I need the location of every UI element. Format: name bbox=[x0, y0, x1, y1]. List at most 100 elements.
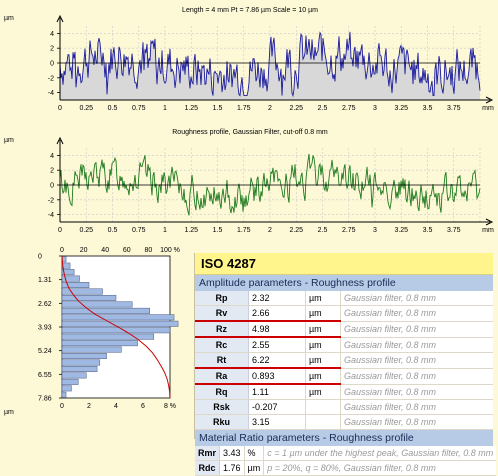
primary-x-tick-label: 0.75 bbox=[132, 105, 146, 112]
primary-x-tick-label: 1.5 bbox=[213, 105, 223, 112]
param-value: 2.32 bbox=[248, 291, 306, 306]
primary-x-tick-label: 3.5 bbox=[423, 105, 433, 112]
dist-top-tick-label: 80 bbox=[145, 247, 153, 254]
dist-bar bbox=[61, 294, 117, 301]
dist-top-tick-label: 100 % bbox=[160, 247, 180, 254]
param-name: Rt bbox=[195, 352, 249, 369]
dist-bar bbox=[61, 346, 122, 353]
roughness-y-tick-label: 4 bbox=[50, 153, 54, 160]
abbott-firestone-chart: 0 20 40 60 80 100 % 0 2 4 6 8 % µm 0 1.31 2.62 3.93 5.24… bbox=[4, 247, 180, 416]
roughness-x-tick-label: 2 bbox=[268, 227, 272, 234]
dist-bar bbox=[61, 340, 138, 347]
dist-bar bbox=[61, 320, 179, 327]
roughness-x-tick-label: 3 bbox=[373, 227, 377, 234]
amplitude-row-rc: Rc 2.55 µm Gaussian filter, 0.8 mm bbox=[195, 337, 493, 353]
dist-top-tick-label: 40 bbox=[101, 247, 109, 254]
param-name: Rp bbox=[195, 291, 249, 306]
param-unit: µm bbox=[305, 291, 341, 306]
param-value: -0.207 bbox=[248, 399, 306, 415]
dist-bar bbox=[61, 327, 171, 334]
param-note: Gaussian filter, 0.8 mm bbox=[340, 368, 493, 385]
primary-x-tick-label: 1.25 bbox=[184, 105, 198, 112]
param-name: Rz bbox=[195, 321, 249, 338]
roughness-x-tick-label: 3.75 bbox=[447, 227, 461, 234]
param-note: Gaussian filter, 0.8 mm bbox=[340, 384, 493, 400]
param-name: Rku bbox=[195, 414, 249, 430]
amplitude-row-rz: Rz 4.98 µm Gaussian filter, 0.8 mm bbox=[195, 321, 493, 338]
param-name: Ra bbox=[195, 368, 249, 385]
roughness-x-tick-label: 0 bbox=[58, 227, 62, 234]
roughness-x-tick-label: mm bbox=[482, 227, 494, 234]
dist-bar bbox=[61, 282, 90, 289]
param-value: 4.98 bbox=[248, 321, 306, 338]
primary-profile-chart: Length = 4 mm Pt = 7.86 µm Scale = 10 µm… bbox=[4, 7, 494, 112]
param-note: Gaussian filter, 0.8 mm bbox=[340, 352, 493, 369]
dist-bar bbox=[61, 365, 98, 372]
material-row-rmr: Rmr 3.43% c = 1 µm under the highest peak,… bbox=[195, 446, 497, 461]
primary-x-tick-label: 0.5 bbox=[108, 105, 118, 112]
primary-x-tick-label: 3.75 bbox=[447, 105, 461, 112]
param-value: 3.15 bbox=[248, 414, 306, 430]
amplitude-row-ra: Ra 0.893 µm Gaussian filter, 0.8 mm bbox=[195, 368, 493, 385]
dist-bar bbox=[61, 378, 79, 385]
dist-bar bbox=[61, 307, 150, 314]
primary-y-tick-label: -2 bbox=[48, 75, 54, 82]
primary-x-tick-label: mm bbox=[482, 105, 494, 112]
primary-x-tick-label: 0.25 bbox=[79, 105, 93, 112]
param-name: Rdc bbox=[195, 460, 221, 476]
roughness-x-tick-label: 0.75 bbox=[132, 227, 146, 234]
dist-y-tick-label: 7.86 bbox=[38, 396, 52, 403]
primary-title: Length = 4 mm Pt = 7.86 µm Scale = 10 µm bbox=[182, 7, 318, 14]
amplitude-row-rp: Rp 2.32 µm Gaussian filter, 0.8 mm bbox=[195, 291, 493, 306]
primary-x-tick-label: 3 bbox=[373, 105, 377, 112]
iso-title: ISO 4287 bbox=[195, 253, 493, 275]
roughness-x-tick-label: 1 bbox=[163, 227, 167, 234]
dist-top-tick-label: 20 bbox=[80, 247, 88, 254]
iso-4287-panel: ISO 4287 Amplitude parameters - Roughnes… bbox=[194, 253, 497, 476]
param-value: 1.76 bbox=[219, 460, 245, 476]
dist-bar bbox=[61, 314, 175, 321]
param-value: 6.22 bbox=[248, 352, 306, 369]
param-unit bbox=[305, 399, 341, 415]
param-unit: µm bbox=[305, 305, 341, 322]
roughness-y-tick-label: 0 bbox=[50, 183, 54, 190]
param-unit bbox=[305, 414, 341, 430]
param-note: Gaussian filter, 0.8 mm bbox=[340, 305, 493, 322]
dist-bottom-tick-label: 4 bbox=[114, 403, 118, 410]
amplitude-row-rku: Rku 3.15 Gaussian filter, 0.8 mm bbox=[195, 414, 493, 430]
param-unit: µm bbox=[305, 337, 341, 353]
material-row-rdc: Rdc 1.76 µm p = 20%, q = 80%, Gaussian filt… bbox=[195, 460, 497, 476]
dist-bar bbox=[61, 359, 101, 366]
primary-y-tick-label: -4 bbox=[48, 90, 54, 97]
dist-bar bbox=[61, 353, 107, 360]
param-unit: µm bbox=[305, 321, 341, 338]
dist-y-tick-label: 1.31 bbox=[38, 277, 52, 284]
amplitude-row-rq: Rq 1.11 µm Gaussian filter, 0.8 mm bbox=[195, 384, 493, 400]
roughness-x-tick-label: 2.75 bbox=[342, 227, 356, 234]
roughness-x-tick-label: 2.25 bbox=[289, 227, 303, 234]
roughness-profile-chart: Roughness profile, Gaussian Filter, cut-… bbox=[4, 129, 494, 234]
amplitude-row-rt: Rt 6.22 µm Gaussian filter, 0.8 mm bbox=[195, 352, 493, 369]
param-value: 0.893 bbox=[248, 368, 306, 385]
primary-x-tick-label: 2.75 bbox=[342, 105, 356, 112]
dist-bar bbox=[61, 372, 87, 379]
roughness-x-tick-label: 2.5 bbox=[318, 227, 328, 234]
primary-x-tick-label: 2 bbox=[268, 105, 272, 112]
dist-bar bbox=[61, 288, 103, 295]
param-name: Rc bbox=[195, 337, 249, 353]
roughness-y-tick-label: -4 bbox=[48, 212, 54, 219]
param-name: Rmr bbox=[195, 446, 221, 461]
param-value: 1.11 bbox=[248, 384, 306, 400]
dist-y-tick-label: 3.93 bbox=[38, 325, 52, 332]
param-note: Gaussian filter, 0.8 mm bbox=[340, 399, 493, 415]
param-unit: µm bbox=[305, 368, 341, 385]
primary-x-tick-label: 0 bbox=[58, 105, 62, 112]
param-value: 3.43 bbox=[219, 446, 245, 461]
dist-bar bbox=[61, 301, 133, 308]
dist-bar bbox=[61, 333, 155, 340]
param-note: c = 1 µm under the highest peak, Gaussia… bbox=[263, 446, 497, 461]
param-unit: % bbox=[244, 446, 265, 461]
dist-bottom-tick-label: 6 bbox=[141, 403, 145, 410]
primary-x-tick-label: 2.5 bbox=[318, 105, 328, 112]
param-name: Rsk bbox=[195, 399, 249, 415]
